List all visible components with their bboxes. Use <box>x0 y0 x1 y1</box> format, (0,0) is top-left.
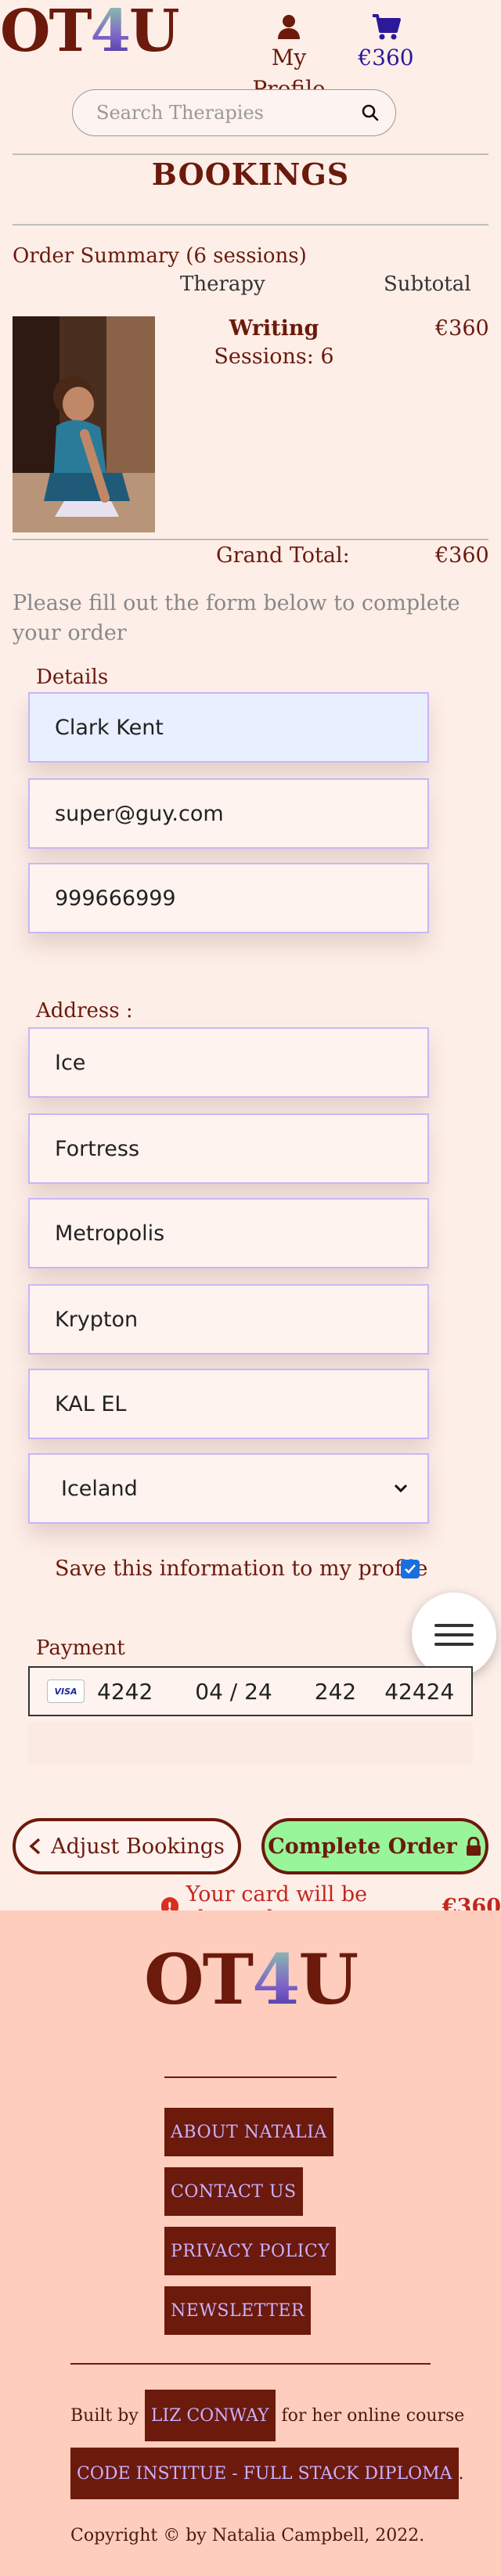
address-label: Address : <box>36 999 133 1023</box>
card-number[interactable]: 4242 <box>97 1679 153 1705</box>
street-address-2-field[interactable]: Fortress <box>28 1113 429 1184</box>
save-info-label: Save this information to my profile <box>55 1557 428 1581</box>
postcode-field[interactable]: KAL EL <box>28 1369 429 1439</box>
search-input[interactable] <box>96 102 361 124</box>
child-writing-illustration <box>13 316 155 532</box>
chevron-down-icon <box>394 1484 408 1493</box>
divider <box>13 539 488 540</box>
course-link[interactable]: CODE INSTITUE - FULL STACK DIPLOMA <box>70 2448 459 2499</box>
page-title: BOOKINGS <box>151 157 350 192</box>
shopping-bag-link[interactable]: €360 <box>351 11 421 74</box>
footer-link-contact[interactable]: CONTACT US <box>164 2167 303 2216</box>
email-field[interactable]: super@guy.com <box>28 778 429 849</box>
footer-link-about[interactable]: ABOUT NATALIA <box>164 2108 333 2156</box>
card-expiry[interactable]: 04 / 24 <box>195 1679 272 1705</box>
course-suffix: . <box>458 2463 464 2484</box>
footer-link-newsletter[interactable]: NEWSLETTER <box>164 2286 312 2335</box>
visa-card-icon: VISA <box>47 1679 85 1703</box>
user-icon <box>278 15 300 39</box>
order-summary-heading: Order Summary (6 sessions) <box>13 244 307 268</box>
site-logo[interactable]: OT4U <box>0 0 180 63</box>
therapy-subtotal: €360 <box>435 316 489 341</box>
complete-order-label: Complete Order <box>268 1834 457 1859</box>
lock-icon <box>466 1837 481 1856</box>
copyright: Copyright © by Natalia Campbell, 2022. <box>70 2526 425 2545</box>
author-link[interactable]: LIZ CONWAY <box>144 2390 276 2441</box>
country-value: Iceland <box>61 1476 138 1501</box>
shopping-cart-icon <box>373 14 401 40</box>
column-header-subtotal: Subtotal <box>384 272 471 296</box>
footer-link-privacy[interactable]: PRIVACY POLICY <box>164 2227 337 2275</box>
therapy-name: Writing <box>229 316 319 341</box>
card-cvc[interactable]: 242 <box>315 1679 356 1705</box>
county-field[interactable]: Krypton <box>28 1284 429 1355</box>
card-element[interactable]: VISA 4242 04 / 24 242 42424 <box>28 1666 473 1716</box>
course-row: CODE INSTITUE - FULL STACK DIPLOMA . <box>70 2448 464 2499</box>
column-header-therapy: Therapy <box>180 272 265 296</box>
therapy-image[interactable] <box>13 316 155 532</box>
grand-total-label: Grand Total: <box>216 543 350 568</box>
bag-total: €360 <box>358 45 414 70</box>
complete-order-button[interactable]: Complete Order <box>261 1818 488 1874</box>
phone-field[interactable]: 999666999 <box>28 863 429 933</box>
built-by-row: Built by LIZ CONWAY for her online cours… <box>70 2390 464 2441</box>
chevron-left-icon <box>29 1838 41 1855</box>
form-intro: Please fill out the form below to comple… <box>13 591 460 645</box>
full-name-field[interactable]: Clark Kent <box>28 692 429 763</box>
town-field[interactable]: Metropolis <box>28 1198 429 1268</box>
built-by-prefix: Built by <box>70 2405 139 2426</box>
footer-divider <box>164 2076 337 2078</box>
adjust-bookings-label: Adjust Bookings <box>51 1834 225 1859</box>
card-errors-area <box>28 1723 473 1765</box>
hamburger-menu-button[interactable] <box>412 1593 496 1677</box>
therapy-sessions: Sessions: 6 <box>214 345 334 369</box>
payment-label: Payment <box>36 1636 125 1660</box>
hamburger-menu-icon <box>434 1624 474 1627</box>
search-bar <box>72 89 396 136</box>
built-by-suffix: for her online course <box>281 2405 465 2426</box>
details-label: Details <box>36 666 109 689</box>
footer-divider <box>70 2363 431 2365</box>
search-icon[interactable] <box>361 103 380 122</box>
card-zip[interactable]: 42424 <box>384 1679 454 1705</box>
adjust-bookings-button[interactable]: Adjust Bookings <box>13 1818 241 1874</box>
street-address-1-field[interactable]: Ice <box>28 1027 429 1098</box>
country-select[interactable]: Iceland <box>28 1453 429 1524</box>
checkmark-icon <box>405 1564 416 1574</box>
grand-total-value: €360 <box>435 543 489 568</box>
divider <box>13 224 488 225</box>
save-info-checkbox[interactable] <box>401 1560 420 1578</box>
footer-logo[interactable]: OT4U <box>0 1940 501 2019</box>
divider <box>13 153 488 155</box>
